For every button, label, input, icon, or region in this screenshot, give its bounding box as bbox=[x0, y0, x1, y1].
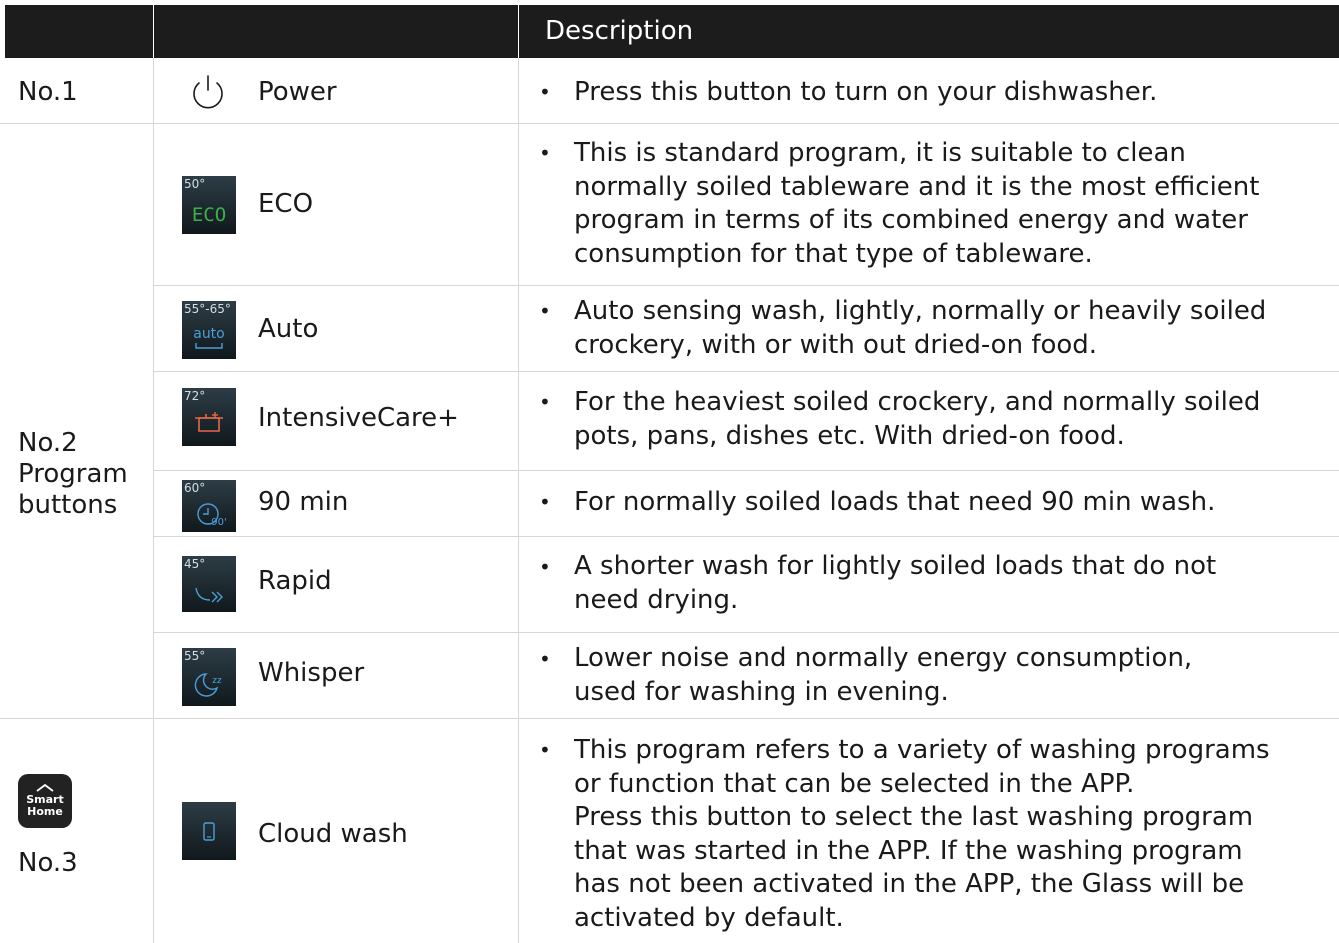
power-icon bbox=[186, 74, 230, 112]
rapid-program-icon: 45° bbox=[182, 556, 236, 612]
intensive-care-program-icon: 72° bbox=[182, 388, 236, 446]
svg-text:90': 90' bbox=[211, 517, 226, 528]
row-divider bbox=[153, 632, 1339, 633]
program-name: Rapid bbox=[258, 566, 332, 596]
smart-home-icon: Smart Home bbox=[18, 774, 72, 828]
column-divider bbox=[518, 58, 519, 943]
eco-program-icon: 50° ECO bbox=[182, 176, 236, 234]
bullet: • bbox=[539, 738, 551, 762]
row-number: No.1 bbox=[18, 77, 78, 107]
program-description: This is standard program, it is suitable… bbox=[574, 138, 1260, 269]
program-name: ECO bbox=[258, 189, 314, 219]
bullet: • bbox=[539, 390, 551, 414]
program-name: Whisper bbox=[258, 658, 365, 688]
row-divider bbox=[0, 123, 1339, 124]
program-description: This program refers to a variety of wash… bbox=[574, 735, 1270, 933]
program-description: For the heaviest soiled crockery, and no… bbox=[574, 387, 1261, 451]
program-description: A shorter wash for lightly soiled loads … bbox=[574, 551, 1217, 615]
bullet: • bbox=[539, 555, 551, 579]
cloud-wash-program-icon bbox=[182, 802, 236, 860]
program-name: 90 min bbox=[258, 487, 349, 517]
bullet: • bbox=[539, 141, 551, 165]
whisper-program-icon: 55° zz bbox=[182, 648, 236, 706]
program-name: IntensiveCare+ bbox=[258, 403, 459, 433]
svg-text:zz: zz bbox=[212, 676, 222, 686]
bullet: • bbox=[539, 647, 551, 671]
row-divider bbox=[153, 371, 1339, 372]
row-divider bbox=[0, 718, 1339, 719]
bullet: • bbox=[539, 299, 551, 323]
program-description: Lower noise and normally energy consumpt… bbox=[574, 643, 1193, 707]
header-description-title: Description bbox=[545, 16, 694, 46]
90-min-program-icon: 60° 90' bbox=[182, 480, 236, 532]
row-number: No.3 bbox=[18, 848, 78, 878]
program-description: Press this button to turn on your dishwa… bbox=[574, 77, 1158, 107]
program-description: Auto sensing wash, lightly, normally or … bbox=[574, 296, 1267, 360]
svg-text:ECO: ECO bbox=[192, 204, 226, 226]
program-description: For normally soiled loads that need 90 m… bbox=[574, 487, 1216, 517]
auto-program-icon: 55°-65° auto bbox=[182, 301, 236, 359]
bullet: • bbox=[539, 80, 551, 104]
bullet: • bbox=[539, 490, 551, 514]
program-name: Power bbox=[258, 77, 337, 107]
header-divider bbox=[153, 5, 154, 58]
row-divider bbox=[153, 285, 1339, 286]
program-name: Auto bbox=[258, 314, 319, 344]
column-divider bbox=[153, 58, 154, 943]
svg-text:auto: auto bbox=[193, 326, 225, 342]
row-divider bbox=[153, 470, 1339, 471]
program-name: Cloud wash bbox=[258, 819, 408, 849]
header-divider bbox=[518, 5, 519, 58]
program-group-label: No.2 Program buttons bbox=[18, 428, 128, 520]
row-divider bbox=[153, 536, 1339, 537]
